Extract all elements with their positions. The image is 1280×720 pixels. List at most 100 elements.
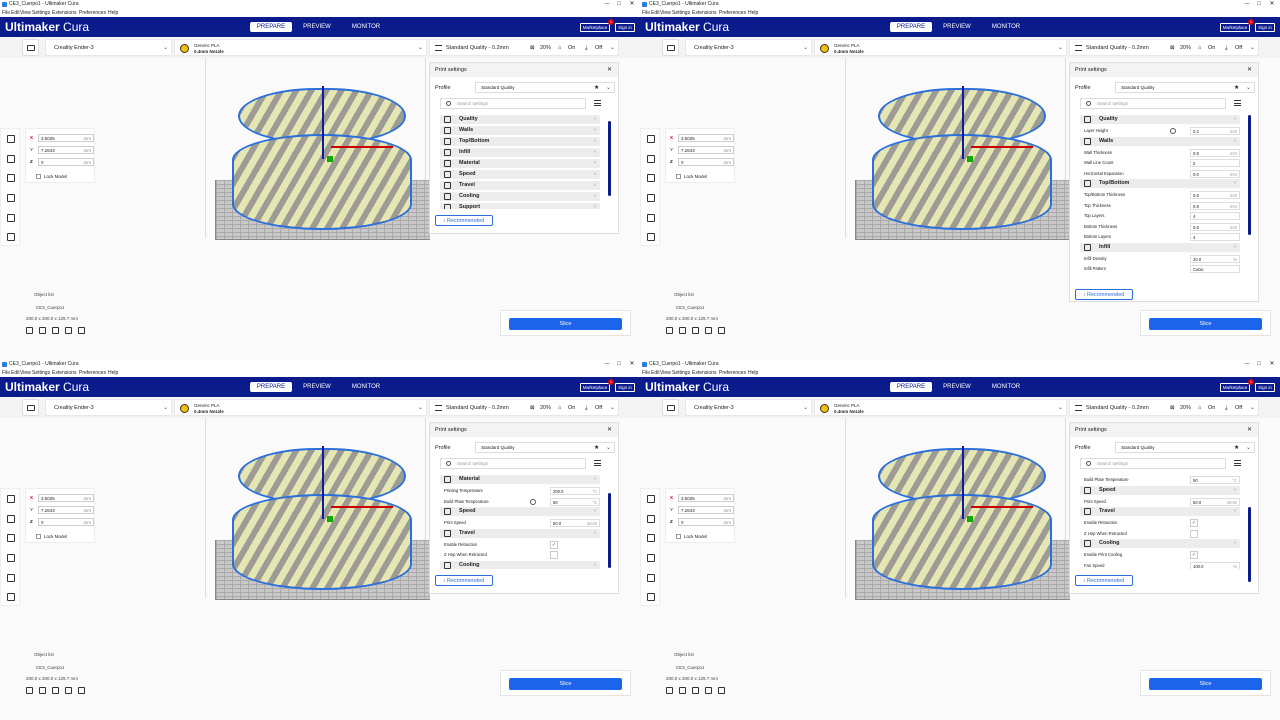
rotate-tool-icon[interactable] bbox=[7, 534, 15, 542]
tab-prepare[interactable]: PREPARE bbox=[890, 382, 932, 392]
category-travel[interactable]: Travel ‹ bbox=[440, 181, 600, 190]
z-axis-handle[interactable] bbox=[327, 516, 333, 522]
object-list-toggle[interactable]: Object list bbox=[34, 292, 54, 297]
category-quality[interactable]: Quality ‹ bbox=[1080, 115, 1240, 124]
setting-infill-density[interactable]: Infill Density 20.0% bbox=[1080, 254, 1240, 264]
settings-menu-icon[interactable] bbox=[1234, 460, 1241, 466]
menu-preferences[interactable]: Preferences bbox=[719, 369, 746, 377]
menu-preferences[interactable]: Preferences bbox=[719, 9, 746, 17]
z-axis-handle[interactable] bbox=[327, 156, 333, 162]
x-axis-handle[interactable] bbox=[331, 146, 393, 148]
search-input[interactable]: Search settings bbox=[440, 98, 586, 109]
view-3d-icon[interactable] bbox=[26, 327, 33, 334]
lock-model-checkbox[interactable]: Lock Model bbox=[36, 533, 67, 540]
setting-enable-print-cooling[interactable]: Enable Print Cooling ✓ bbox=[1080, 550, 1240, 560]
sign-in-button[interactable]: Sign in bbox=[1255, 23, 1275, 32]
support-blocker-icon[interactable] bbox=[7, 593, 15, 601]
lock-model-checkbox[interactable]: Lock Model bbox=[36, 173, 67, 180]
slice-button[interactable]: Slice bbox=[509, 678, 622, 690]
menu-view[interactable]: View bbox=[660, 369, 671, 377]
category-walls[interactable]: Walls ‹ bbox=[1080, 136, 1240, 146]
machine-selector[interactable]: Creality Ender-3 ⌄ bbox=[685, 39, 812, 56]
view-3d-icon[interactable] bbox=[666, 687, 673, 694]
tab-preview[interactable]: PREVIEW bbox=[937, 382, 977, 392]
close-icon[interactable]: ✕ bbox=[607, 63, 612, 77]
x-axis-handle[interactable] bbox=[971, 506, 1033, 508]
profile-selector[interactable]: Standard Quality ★ ⌄ bbox=[1115, 442, 1255, 453]
y-field[interactable]: 7.2643 mm bbox=[38, 146, 94, 154]
recommended-button[interactable]: ‹ Recommended bbox=[435, 215, 493, 226]
search-input[interactable]: Search settings bbox=[440, 458, 586, 469]
setting-checkbox[interactable] bbox=[1190, 529, 1198, 538]
print-setup-selector[interactable]: Standard Quality - 0.2mm ⊠ 20% ⌂ On ⤓ Of… bbox=[1069, 399, 1259, 416]
tab-monitor[interactable]: MONITOR bbox=[345, 22, 387, 32]
minimize-icon[interactable]: ─ bbox=[601, 360, 613, 369]
minimize-icon[interactable]: ─ bbox=[1241, 360, 1253, 369]
setting-wall-thickness[interactable]: Wall Thickness 0.8 mm bbox=[1080, 148, 1240, 158]
profile-selector[interactable]: Standard Quality ★ ⌄ bbox=[475, 442, 615, 453]
mirror-tool-icon[interactable] bbox=[647, 194, 655, 202]
mirror-tool-icon[interactable] bbox=[647, 554, 655, 562]
settings-menu-icon[interactable] bbox=[1234, 100, 1241, 106]
menu-extensions[interactable]: Extensions bbox=[692, 369, 716, 377]
setting-checkbox[interactable]: ✓ bbox=[1190, 551, 1198, 559]
y-field[interactable]: 7.2643 mm bbox=[678, 146, 734, 154]
setting-value[interactable]: 50 °C bbox=[550, 497, 600, 506]
tab-monitor[interactable]: MONITOR bbox=[345, 382, 387, 392]
close-icon[interactable]: ✕ bbox=[1266, 0, 1278, 9]
maximize-icon[interactable]: □ bbox=[613, 360, 625, 369]
scale-tool-icon[interactable] bbox=[7, 515, 15, 523]
setting-value[interactable]: 0.8 mm bbox=[1190, 148, 1240, 157]
mirror-tool-icon[interactable] bbox=[7, 554, 15, 562]
maximize-icon[interactable]: □ bbox=[613, 0, 625, 9]
x-field[interactable]: 3.5025 mm bbox=[38, 134, 94, 142]
z-axis-handle[interactable] bbox=[967, 156, 973, 162]
menu-help[interactable]: Help bbox=[748, 369, 758, 377]
setting-bottom-layers[interactable]: Bottom Layers 4 bbox=[1080, 232, 1240, 242]
setting-value[interactable]: 50.0 mm/s bbox=[550, 519, 600, 527]
category-speed[interactable]: Speed ‹ bbox=[1080, 485, 1240, 495]
category-top-bottom[interactable]: Top/Bottom ‹ bbox=[1080, 179, 1240, 188]
setting-horizontal-expansion[interactable]: Horizontal Expansion 0.0 mm bbox=[1080, 169, 1240, 179]
tab-prepare[interactable]: PREPARE bbox=[890, 22, 932, 32]
view-front-icon[interactable] bbox=[679, 327, 686, 334]
setting-top-bottom-thickness[interactable]: Top/Bottom Thickness 0.8 mm bbox=[1080, 190, 1240, 200]
tab-prepare[interactable]: PREPARE bbox=[250, 22, 292, 32]
material-selector[interactable]: Generic PLA 0.4mm Nozzle ⌄ bbox=[174, 399, 427, 416]
move-tool-icon[interactable] bbox=[7, 495, 15, 503]
z-field[interactable]: 0 mm bbox=[678, 518, 734, 526]
per-model-settings-icon[interactable] bbox=[7, 574, 15, 582]
category-infill[interactable]: Infill ‹ bbox=[1080, 242, 1240, 252]
menu-help[interactable]: Help bbox=[748, 9, 758, 17]
tab-preview[interactable]: PREVIEW bbox=[297, 22, 337, 32]
lock-model-checkbox[interactable]: Lock Model bbox=[676, 173, 707, 180]
setting-z-hop-when-retracted[interactable]: Z Hop When Retracted bbox=[1080, 529, 1240, 539]
category-cooling[interactable]: Cooling ‹ bbox=[1080, 539, 1240, 548]
setting-print-speed[interactable]: Print Speed 50.0 mm/s bbox=[440, 518, 600, 528]
move-tool-icon[interactable] bbox=[647, 495, 655, 503]
view-front-icon[interactable] bbox=[679, 687, 686, 694]
y-axis-handle[interactable] bbox=[962, 86, 964, 159]
z-axis-handle[interactable] bbox=[967, 516, 973, 522]
menu-edit[interactable]: Edit bbox=[11, 369, 20, 377]
category-top-bottom[interactable]: Top/Bottom ‹ bbox=[440, 137, 600, 146]
setting-top-layers[interactable]: Top Layers 4 bbox=[1080, 211, 1240, 221]
menu-settings[interactable]: Settings bbox=[672, 369, 690, 377]
slice-button[interactable]: Slice bbox=[1149, 318, 1262, 330]
view-left-icon[interactable] bbox=[65, 687, 72, 694]
z-field[interactable]: 0 mm bbox=[678, 158, 734, 166]
setting-bottom-thickness[interactable]: Bottom Thickness 0.8 mm bbox=[1080, 222, 1240, 232]
support-blocker-icon[interactable] bbox=[647, 593, 655, 601]
per-model-settings-icon[interactable] bbox=[7, 214, 15, 222]
setting-infill-pattern[interactable]: Infill Pattern Cubic bbox=[1080, 264, 1240, 274]
menu-file[interactable]: File bbox=[2, 9, 10, 17]
view-front-icon[interactable] bbox=[39, 327, 46, 334]
view-right-icon[interactable] bbox=[718, 327, 725, 334]
menu-file[interactable]: File bbox=[2, 369, 10, 377]
y-axis-handle[interactable] bbox=[322, 446, 324, 519]
menu-preferences[interactable]: Preferences bbox=[79, 369, 106, 377]
menu-view[interactable]: View bbox=[660, 9, 671, 17]
tab-monitor[interactable]: MONITOR bbox=[985, 22, 1027, 32]
menu-edit[interactable]: Edit bbox=[651, 369, 660, 377]
y-axis-handle[interactable] bbox=[962, 446, 964, 519]
